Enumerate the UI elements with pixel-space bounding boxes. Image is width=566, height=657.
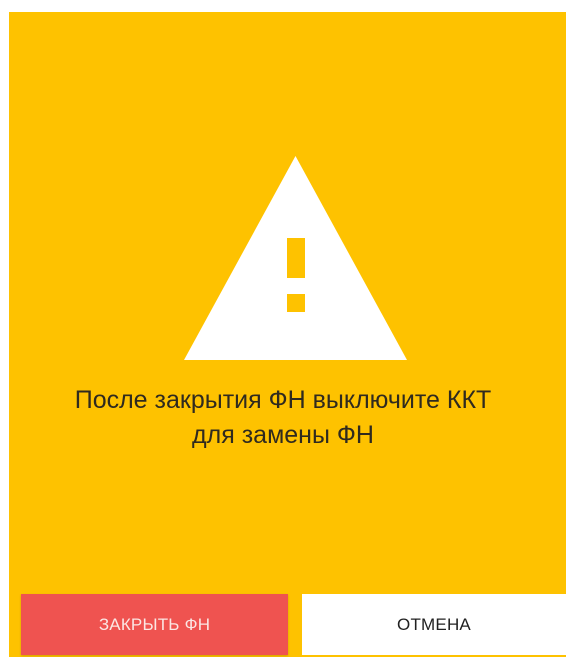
warning-triangle-icon xyxy=(184,156,407,360)
warning-message: После закрытия ФН выключите ККТ для заме… xyxy=(74,386,492,449)
close-fn-button-label: ЗАКРЫТЬ ФН xyxy=(98,614,211,634)
cancel-button[interactable]: ОТМЕНА xyxy=(302,594,566,655)
close-fn-button[interactable]: ЗАКРЫТЬ ФН xyxy=(21,594,288,655)
warning-dialog: После закрытия ФН выключите ККТ для заме… xyxy=(9,12,566,657)
cancel-button-label: ОТМЕНА xyxy=(397,614,471,634)
